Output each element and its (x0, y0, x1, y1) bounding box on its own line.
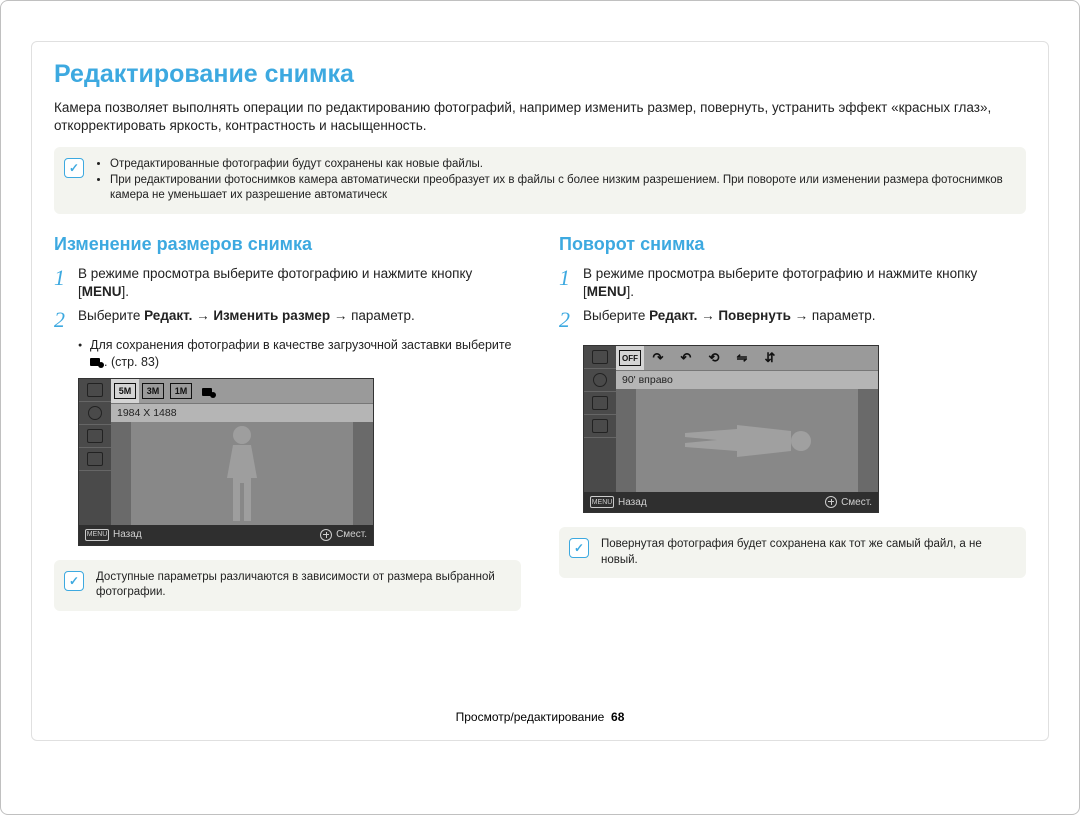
person-lying-silhouette-icon (677, 413, 817, 468)
left-note-text: Доступные параметры различаются в зависи… (96, 570, 507, 601)
cam-mode-icon (79, 402, 111, 425)
cam-preview (111, 422, 373, 525)
cam-top-toolbar: 5M 3M 1M (111, 379, 373, 404)
step2-text-d: Повернуть (718, 308, 791, 323)
sub-text-a: Для сохранения фотографии в качестве заг… (90, 338, 511, 352)
size-option-startup-icon (195, 379, 223, 403)
cam-left-bar (584, 346, 616, 492)
footer-section: Просмотр/редактирование (456, 710, 605, 724)
cam-top-toolbar: OFF ↷ ↶ ⟲ ⇋ ⇵ (616, 346, 878, 371)
footer-move-label: Смест. (841, 497, 872, 508)
sub-text-b: . (стр. 83) (104, 355, 159, 369)
page-title: Редактирование снимка (54, 60, 1026, 89)
size-option-5m: 5M (111, 379, 139, 403)
sub-bullet: Для сохранения фотографии в качестве заг… (78, 337, 521, 370)
menu-label: MENU (587, 284, 627, 299)
rotate-right-icon: ↷ (644, 346, 672, 370)
right-note-text: Повернутая фотография будет сохранена ка… (601, 537, 1012, 568)
step-number: 1 (54, 265, 78, 301)
note-icon: ✓ (569, 538, 589, 558)
step-2: 2 Выберите Редакт. → Повернуть → парамет… (559, 307, 1026, 331)
cam-mode-icon (584, 346, 616, 369)
step2-text-c: → (192, 308, 213, 323)
menu-label: MENU (82, 284, 122, 299)
step-number: 2 (54, 307, 78, 331)
flip-vertical-icon: ⇵ (756, 346, 784, 370)
size-option-1m: 1M (167, 379, 195, 403)
footer-back-label: Назад (113, 529, 142, 540)
intro-text: Камера позволяет выполнять операции по р… (54, 99, 1026, 135)
step1-text-c: ]. (627, 284, 635, 299)
step2-text-e: → параметр. (791, 308, 876, 323)
step1-text-c: ]. (122, 284, 130, 299)
step1-text-a: В режиме просмотра выберите фотографию и… (78, 266, 472, 299)
step-number: 1 (559, 265, 583, 301)
cam-footer: MENU Назад Смест. (584, 492, 878, 512)
rotate-left-icon: ↶ (672, 346, 700, 370)
cam-mode-icon (79, 425, 111, 448)
camera-screen-rotate: OFF ↷ ↶ ⟲ ⇋ ⇵ 90' вправо (583, 345, 879, 513)
navigate-icon (825, 496, 837, 508)
step2-text-e: → параметр. (330, 308, 415, 323)
top-note-item: При редактировании фотоснимков камера ав… (110, 173, 1012, 204)
col-rotate: Поворот снимка 1 В режиме просмотра выбе… (559, 234, 1026, 631)
menu-button-icon: MENU (590, 496, 614, 508)
menu-button-icon: MENU (85, 529, 109, 541)
cam-mode-icon (79, 448, 111, 471)
cam-left-bar (79, 379, 111, 525)
flip-horizontal-icon: ⇋ (728, 346, 756, 370)
subtitle-resize: Изменение размеров снимка (54, 234, 521, 255)
size-option-3m: 3M (139, 379, 167, 403)
rotate-option-off-icon: OFF (616, 346, 644, 370)
navigate-icon (320, 529, 332, 541)
step2-text-b: Редакт. (144, 308, 192, 323)
note-icon: ✓ (64, 571, 84, 591)
top-note-item: Отредактированные фотографии будут сохра… (110, 157, 1012, 173)
startup-image-icon (90, 356, 104, 368)
top-note-content: Отредактированные фотографии будут сохра… (96, 157, 1012, 204)
cam-status-text: 1984 X 1488 (111, 404, 373, 422)
footer-move-label: Смест. (336, 529, 367, 540)
step-2: 2 Выберите Редакт. → Изменить размер → п… (54, 307, 521, 331)
cam-mode-icon (584, 415, 616, 438)
step-number: 2 (559, 307, 583, 331)
top-note-box: ✓ Отредактированные фотографии будут сох… (54, 147, 1026, 214)
step-1: 1 В режиме просмотра выберите фотографию… (559, 265, 1026, 301)
step2-text-d: Изменить размер (213, 308, 330, 323)
subtitle-rotate: Поворот снимка (559, 234, 1026, 255)
step2-text-c: → (697, 308, 718, 323)
right-note-box: ✓ Повернутая фотография будет сохранена … (559, 527, 1026, 578)
rotate-180-icon: ⟲ (700, 346, 728, 370)
cam-mode-icon (79, 379, 111, 402)
step-1: 1 В режиме просмотра выберите фотографию… (54, 265, 521, 301)
cam-preview (616, 389, 878, 492)
step2-text-a: Выберите (583, 308, 649, 323)
step2-text-b: Редакт. (649, 308, 697, 323)
left-note-box: ✓ Доступные параметры различаются в зави… (54, 560, 521, 611)
step1-text-a: В режиме просмотра выберите фотографию и… (583, 266, 977, 299)
footer-page-number: 68 (611, 710, 624, 724)
footer-back-label: Назад (618, 497, 647, 508)
col-resize: Изменение размеров снимка 1 В режиме про… (54, 234, 521, 631)
cam-mode-icon (584, 392, 616, 415)
note-icon: ✓ (64, 158, 84, 178)
camera-screen-resize: 5M 3M 1M 1984 X 1488 (78, 378, 374, 546)
page-footer: Просмотр/редактирование 68 (32, 710, 1048, 724)
cam-status-text: 90' вправо (616, 371, 878, 389)
step2-text-a: Выберите (78, 308, 144, 323)
cam-mode-icon (584, 369, 616, 392)
cam-footer: MENU Назад Смест. (79, 525, 373, 545)
person-silhouette-icon (217, 423, 267, 523)
